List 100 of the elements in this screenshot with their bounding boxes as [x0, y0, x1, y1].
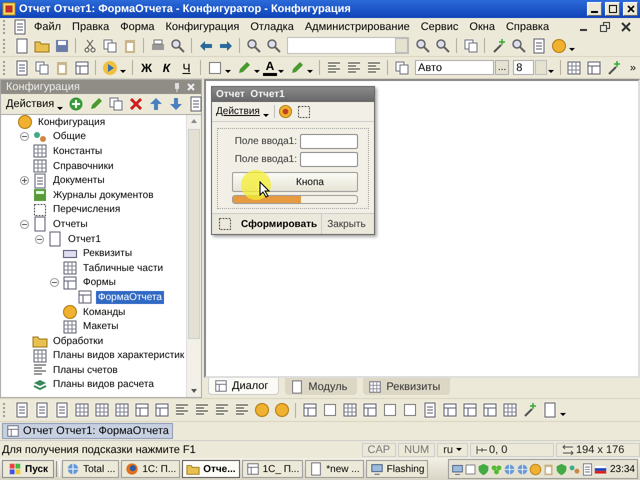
globe-icon: [66, 462, 80, 476]
tree-item[interactable]: Отчет1: [66, 232, 103, 246]
group-icon: [568, 462, 581, 476]
taskbar-button[interactable]: *new ...: [305, 460, 364, 478]
menu-item[interactable]: Файл: [29, 20, 66, 32]
clover-icon: [490, 462, 503, 476]
taskbar-button[interactable]: Total ...: [62, 460, 120, 478]
tree-item[interactable]: Конфигурация: [36, 116, 108, 129]
overflow-button[interactable]: »: [626, 62, 640, 74]
tree-item[interactable]: Реквизиты: [81, 247, 134, 260]
caret-icon[interactable]: [254, 70, 260, 73]
menu-item[interactable]: Сервис: [416, 20, 464, 32]
editor-tab[interactable]: Модуль: [285, 378, 358, 395]
form-title: Отчет Отчет1: [216, 89, 285, 100]
italic-button[interactable]: К: [157, 58, 176, 77]
window-tab[interactable]: Отчет Отчет1: ФормаОтчета: [2, 423, 173, 439]
tree-item[interactable]: Планы счетов: [51, 364, 120, 377]
tree-item[interactable]: Документы: [51, 174, 107, 188]
dashed-square-icon: [32, 202, 48, 218]
start-button[interactable]: Пуск: [2, 460, 54, 478]
list-icon: [32, 172, 48, 189]
form-icon: [62, 274, 78, 291]
menu-item[interactable]: Конфигурация: [160, 20, 244, 32]
table-icon: [32, 187, 48, 204]
bold-button[interactable]: Ж: [137, 58, 156, 77]
caret-icon[interactable]: [262, 114, 269, 117]
list-icon: [580, 462, 594, 476]
taskbar-button[interactable]: Flashing: [366, 460, 428, 478]
tree-item[interactable]: Константы: [51, 144, 104, 158]
flag-icon: [594, 462, 607, 476]
editor-tab[interactable]: Реквизиты: [363, 378, 450, 395]
caret-icon[interactable]: [278, 70, 284, 73]
taskbar-button[interactable]: 1С_ П...: [242, 460, 304, 478]
windows-flag-icon: [8, 462, 22, 476]
caret-icon[interactable]: [225, 70, 231, 73]
collapse-icon[interactable]: [35, 234, 44, 244]
menu-item[interactable]: Администрирование: [300, 20, 415, 32]
close-button[interactable]: [623, 2, 638, 16]
circle-icon: [528, 462, 542, 476]
caret-icon[interactable]: [548, 70, 554, 73]
status-hint: Для получения подсказки нажмите F1: [2, 444, 196, 456]
caret-icon[interactable]: [560, 412, 566, 416]
close-button[interactable]: Закрыть: [324, 218, 369, 230]
tree-item[interactable]: Формы: [81, 276, 118, 290]
dashed-square-icon: [296, 104, 312, 120]
menu-item[interactable]: Правка: [67, 20, 114, 32]
taskbar-button[interactable]: 1С: П...: [121, 460, 180, 478]
tree-item[interactable]: Журналы документов: [51, 188, 156, 202]
close-icon[interactable]: [620, 20, 632, 32]
tree-item[interactable]: Макеты: [81, 320, 120, 334]
form-icon: [77, 289, 93, 306]
menu-item[interactable]: Справка: [500, 20, 554, 32]
font-browse-button[interactable]: ...: [494, 60, 510, 75]
circle-icon[interactable]: [272, 400, 291, 420]
scrollbar[interactable]: [186, 115, 201, 397]
editor-tab[interactable]: Диалог: [208, 378, 280, 395]
tree-item[interactable]: Команды: [81, 306, 128, 319]
tree-item[interactable]: Табличные части: [81, 262, 166, 275]
underline-button[interactable]: Ч: [177, 58, 196, 77]
page-icon: [47, 231, 63, 248]
page-icon: [32, 216, 48, 232]
grid-icon: [62, 318, 78, 335]
caret-icon[interactable]: [307, 70, 313, 73]
caret-icon[interactable]: [120, 70, 126, 73]
tree-item[interactable]: Планы видов характеристик: [51, 349, 186, 362]
circle-icon: [17, 115, 33, 130]
play-icon[interactable]: [100, 58, 119, 77]
tree-item[interactable]: Общие: [51, 130, 88, 144]
tree-item[interactable]: Отчеты: [51, 218, 90, 231]
font-size-field[interactable]: 8: [513, 60, 534, 75]
input-field[interactable]: [300, 152, 358, 167]
menu-item[interactable]: Окна: [464, 20, 500, 32]
page-icon: [290, 380, 304, 394]
actions-menu[interactable]: Действия: [4, 98, 56, 110]
form-icon: [246, 462, 260, 476]
tree-item[interactable]: Обработки: [51, 334, 106, 348]
minimize-button[interactable]: [587, 2, 602, 16]
caret-icon[interactable]: [569, 48, 575, 51]
tree-item[interactable]: Планы видов расчета: [51, 378, 156, 392]
collapse-icon[interactable]: [50, 278, 59, 288]
tree-item[interactable]: Справочники: [51, 160, 116, 173]
size-indicator: 194 x 176: [556, 442, 640, 456]
language-selector[interactable]: ru: [437, 442, 468, 456]
input-field[interactable]: [300, 134, 358, 149]
actions-menu[interactable]: Действия: [216, 106, 260, 117]
expand-icon[interactable]: [20, 176, 29, 186]
font-field[interactable]: Авто: [415, 60, 494, 75]
app-icon: [2, 2, 16, 16]
maximize-button[interactable]: [605, 2, 620, 16]
collapse-icon[interactable]: [20, 220, 29, 229]
tree-item[interactable]: ФормаОтчета: [96, 290, 164, 304]
menu-item[interactable]: Отладка: [245, 20, 299, 32]
restore-icon[interactable]: [599, 20, 611, 32]
caret-icon[interactable]: [57, 106, 64, 110]
menu-item[interactable]: Форма: [115, 20, 160, 32]
taskbar-button[interactable]: Отче...: [182, 460, 240, 478]
collapse-icon[interactable]: [20, 132, 29, 142]
generate-button[interactable]: Сформировать: [235, 214, 322, 234]
tree-item[interactable]: Перечисления: [51, 203, 122, 216]
font-color-button[interactable]: A: [263, 60, 277, 76]
